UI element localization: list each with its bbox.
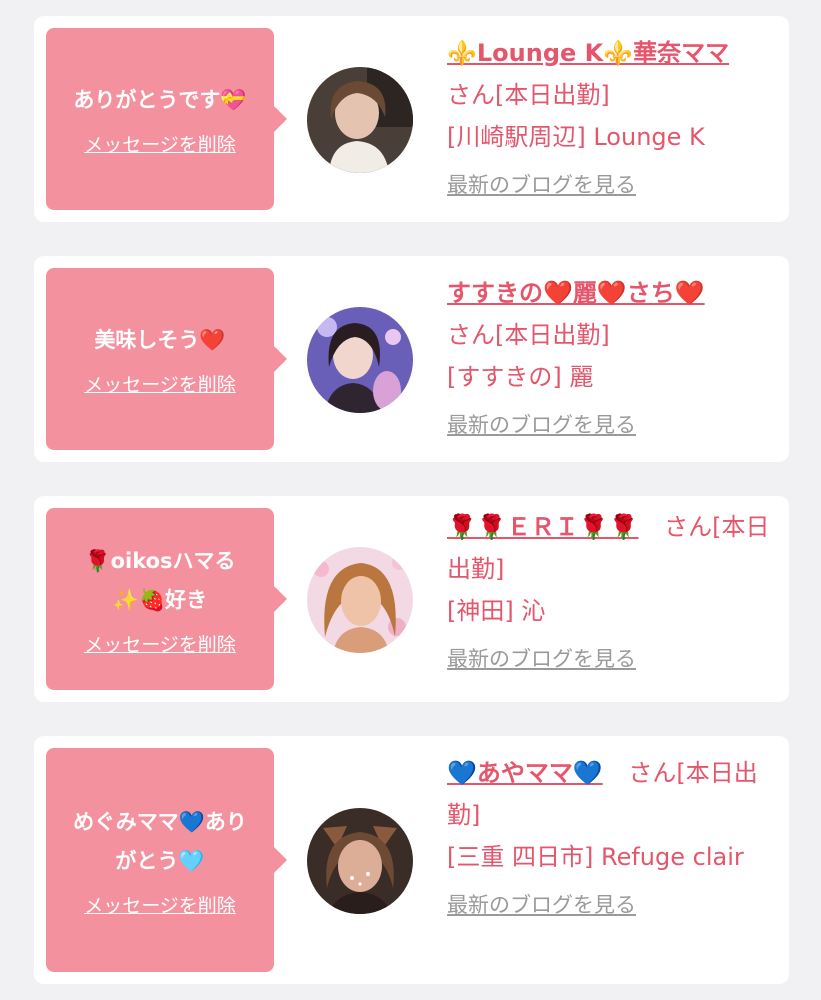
message-bubble: めぐみママ💙あり がとう🩵 メッセージを削除	[46, 748, 287, 972]
cast-location: [神田] 沁	[447, 597, 546, 625]
cast-info: すすきの❤️麗❤️さち❤️ さん[本日出勤] [すすきの] 麗 最新のブログを見…	[447, 272, 777, 445]
message-card: 🌹oikosハマる ✨🍓好き メッセージを削除 🌹🌹ＥＲＩ🌹🌹 さん[本日出勤]…	[34, 496, 789, 702]
message-card: ありがとうです💝 メッセージを削除 ⚜️Lounge K⚜️華奈ママ さん[本日…	[34, 16, 789, 222]
message-line: ✨🍓好き	[112, 587, 208, 612]
message-bubble: 美味しそう❤️ メッセージを削除	[46, 268, 287, 450]
delete-message-link[interactable]: メッセージを削除	[84, 370, 236, 397]
cast-status: さん[本日出勤]	[447, 81, 610, 109]
latest-blog-link[interactable]: 最新のブログを見る	[447, 644, 636, 674]
latest-blog-link[interactable]: 最新のブログを見る	[447, 410, 636, 440]
delete-message-link[interactable]: メッセージを削除	[84, 891, 236, 918]
delete-message-link[interactable]: メッセージを削除	[84, 630, 236, 657]
cast-location: [すすきの] 麗	[447, 363, 594, 391]
cast-name-link[interactable]: 💙あやママ💙	[447, 759, 603, 787]
cast-info: 🌹🌹ＥＲＩ🌹🌹 さん[本日出勤] [神田] 沁 最新のブログを見る	[447, 506, 777, 679]
message-card: めぐみママ💙あり がとう🩵 メッセージを削除 💙あやママ💙 さん[本日出勤] […	[34, 736, 789, 984]
avatar[interactable]	[307, 808, 413, 914]
message-text: 🌹oikosハマる ✨🍓好き	[84, 542, 235, 620]
cast-status: さん[本日出勤]	[447, 321, 610, 349]
message-text: めぐみママ💙あり がとう🩵	[73, 803, 247, 881]
message-text: ありがとうです💝	[73, 88, 247, 112]
avatar[interactable]	[307, 67, 413, 173]
message-line: がとう🩵	[115, 848, 205, 873]
cast-name-link[interactable]: ⚜️Lounge K⚜️華奈ママ	[447, 39, 729, 67]
cast-location: [三重 四日市] Refuge clair	[447, 843, 744, 871]
message-card: 美味しそう❤️ メッセージを削除 すすきの❤️麗❤️さち❤️ さん[本日出勤] …	[34, 256, 789, 462]
cast-name-link[interactable]: 🌹🌹ＥＲＩ🌹🌹	[447, 513, 639, 541]
message-bubble: 🌹oikosハマる ✨🍓好き メッセージを削除	[46, 508, 287, 690]
delete-message-link[interactable]: メッセージを削除	[84, 130, 236, 157]
cast-name-link[interactable]: すすきの❤️麗❤️さち❤️	[447, 279, 705, 307]
latest-blog-link[interactable]: 最新のブログを見る	[447, 890, 636, 920]
message-bubble: ありがとうです💝 メッセージを削除	[46, 28, 287, 210]
message-line: 🌹oikosハマる	[84, 548, 236, 573]
cast-info: ⚜️Lounge K⚜️華奈ママ さん[本日出勤] [川崎駅周辺] Lounge…	[447, 32, 777, 205]
avatar[interactable]	[307, 547, 413, 653]
message-text: 美味しそう❤️	[94, 328, 226, 352]
avatar[interactable]	[307, 307, 413, 413]
cast-location: [川崎駅周辺] Lounge K	[447, 123, 705, 151]
latest-blog-link[interactable]: 最新のブログを見る	[447, 170, 636, 200]
message-line: めぐみママ💙あり	[73, 809, 247, 834]
cast-info: 💙あやママ💙 さん[本日出勤] [三重 四日市] Refuge clair 最新…	[447, 752, 777, 925]
